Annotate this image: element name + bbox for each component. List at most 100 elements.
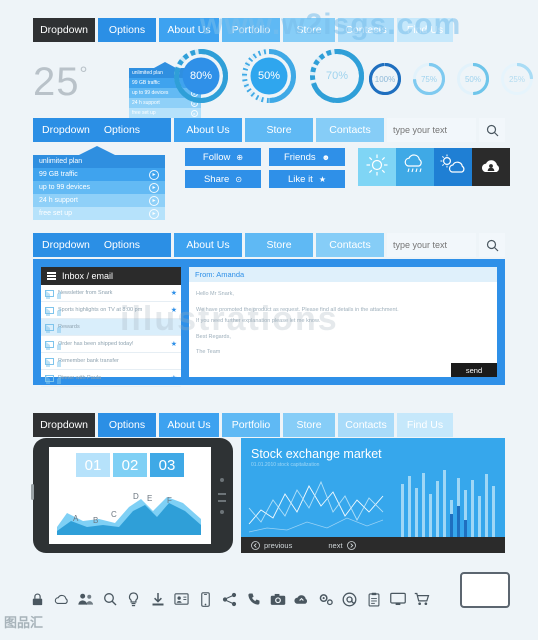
svg-text:D: D bbox=[133, 492, 139, 501]
message-list[interactable]: Newsletter from Snark ★ Sports highlights … bbox=[41, 285, 181, 387]
icon-strip[interactable] bbox=[28, 585, 448, 613]
dropdown-panel-large[interactable]: unlimited plan 99 GB traffic ▸ up to 99 dev… bbox=[33, 146, 165, 220]
download-icon[interactable] bbox=[148, 592, 167, 607]
dropdown-item-2[interactable]: up to 99 devices ▸ bbox=[33, 181, 165, 194]
progress-circle-100: 100% bbox=[368, 62, 402, 96]
navbar-1[interactable]: Dropdown Options About Us Portfolio Store Con… bbox=[33, 18, 505, 42]
nav-item-label-dropdown[interactable]: Dropdown bbox=[42, 124, 90, 136]
star-icon[interactable]: ★ bbox=[171, 340, 177, 348]
clipboard-icon[interactable] bbox=[364, 592, 383, 607]
partly-cloudy-icon-tile[interactable] bbox=[434, 148, 472, 186]
sun-icon-tile[interactable] bbox=[358, 148, 396, 186]
nav-item-label-options[interactable]: Options bbox=[104, 124, 140, 136]
message-subject: Rewards bbox=[58, 324, 80, 330]
nav-item-contacts[interactable]: Contacts bbox=[338, 413, 394, 437]
users-icon[interactable] bbox=[76, 592, 95, 606]
nav-item-options[interactable]: Options bbox=[98, 18, 156, 42]
tablet-button-top[interactable] bbox=[220, 478, 224, 482]
dropdown-item-label: free set up bbox=[132, 110, 156, 116]
nav-item-dropdown[interactable]: Dropdown Options bbox=[33, 118, 171, 142]
search-box[interactable] bbox=[387, 233, 476, 257]
hamburger-menu-icon[interactable] bbox=[47, 272, 56, 280]
nav-item-store[interactable]: Store bbox=[245, 118, 313, 142]
nav-item-store[interactable]: Store bbox=[283, 18, 335, 42]
nav-item-contacts[interactable]: Contacts bbox=[316, 233, 384, 257]
nav-item-find-us[interactable]: Find Us bbox=[397, 413, 453, 437]
cloud-icon[interactable] bbox=[52, 592, 71, 606]
tablet-button-bottom[interactable] bbox=[220, 510, 224, 514]
nav-item-label: About Us bbox=[186, 239, 230, 251]
monitor-icon[interactable] bbox=[388, 592, 407, 606]
share-icon: ⊙ bbox=[235, 174, 243, 184]
navbar-3[interactable]: Dropdown Options About Us Store Contacts bbox=[33, 233, 505, 257]
search-box[interactable] bbox=[387, 118, 476, 142]
nav-item-label: Find Us bbox=[406, 24, 444, 36]
progress-circle-75: 75% bbox=[412, 62, 446, 96]
dropdown-item-4[interactable]: free set up ▸ bbox=[129, 108, 201, 118]
cloud-upload-icon-tile[interactable] bbox=[472, 148, 510, 186]
nav-item-store[interactable]: Store bbox=[245, 233, 313, 257]
dropdown-item-3[interactable]: 24 h support ▸ bbox=[33, 194, 165, 207]
message-row[interactable]: Dinner with Paula ★ bbox=[41, 370, 181, 387]
star-icon[interactable]: ★ bbox=[171, 306, 177, 314]
dropdown-item-4[interactable]: free set up ▸ bbox=[33, 207, 165, 220]
friends-button[interactable]: Friends ☻ bbox=[269, 148, 345, 166]
at-icon[interactable] bbox=[340, 592, 359, 607]
nav-item-contacts[interactable]: Contacts bbox=[338, 18, 394, 42]
nav-item-dropdown[interactable]: Dropdown bbox=[33, 18, 95, 42]
send-button[interactable]: send bbox=[451, 363, 497, 377]
search-input[interactable] bbox=[393, 240, 470, 250]
nav-item-portfolio[interactable]: Portfolio bbox=[222, 413, 280, 437]
progress-circle-70: 70% bbox=[309, 48, 365, 104]
message-row[interactable]: Rewards bbox=[41, 319, 181, 336]
lightbulb-icon[interactable] bbox=[124, 591, 143, 607]
message-subject: Dinner with Paula bbox=[58, 375, 102, 381]
nav-item-find-us[interactable]: Find Us bbox=[397, 18, 453, 42]
message-row[interactable]: Newsletter from Snark ★ bbox=[41, 285, 181, 302]
svg-text:A: A bbox=[73, 514, 79, 523]
like-it-button[interactable]: Like it ★ bbox=[269, 170, 345, 188]
nav-item-store[interactable]: Store bbox=[283, 413, 335, 437]
camera-icon[interactable] bbox=[268, 593, 287, 606]
mobile-icon[interactable] bbox=[196, 591, 215, 607]
stock-pagination[interactable]: previous next bbox=[241, 537, 505, 553]
cloud-sync-icon[interactable] bbox=[292, 592, 311, 606]
nav-item-label-options[interactable]: Options bbox=[104, 239, 140, 251]
nav-item-about-us[interactable]: About Us bbox=[159, 18, 219, 42]
message-row[interactable]: Order has been shipped today! ★ bbox=[41, 336, 181, 353]
tablet-side-button[interactable] bbox=[31, 484, 34, 500]
lock-icon[interactable] bbox=[28, 592, 47, 607]
message-row[interactable]: Remember bank transfer bbox=[41, 353, 181, 370]
nav-item-dropdown[interactable]: Dropdown bbox=[33, 413, 95, 437]
navbar-4[interactable]: Dropdown Options About Us Portfolio Store Con… bbox=[33, 413, 505, 437]
navbar-2[interactable]: Dropdown Options About Us Store Contacts bbox=[33, 118, 505, 142]
rain-cloud-icon-tile[interactable] bbox=[396, 148, 434, 186]
inbox-header[interactable]: Inbox / email bbox=[41, 267, 181, 285]
nav-item-portfolio[interactable]: Portfolio bbox=[222, 18, 280, 42]
search-button[interactable] bbox=[479, 118, 505, 142]
gears-icon[interactable] bbox=[316, 592, 335, 607]
nav-item-dropdown[interactable]: Dropdown Options bbox=[33, 233, 171, 257]
nav-item-label-dropdown[interactable]: Dropdown bbox=[42, 239, 90, 251]
contact-card-icon[interactable] bbox=[172, 592, 191, 606]
dropdown-item-0[interactable]: unlimited plan bbox=[33, 155, 165, 168]
nav-item-contacts[interactable]: Contacts bbox=[316, 118, 384, 142]
star-icon[interactable]: ★ bbox=[171, 289, 177, 297]
nav-item-about-us[interactable]: About Us bbox=[174, 233, 242, 257]
cart-icon[interactable] bbox=[412, 592, 431, 606]
share-nodes-icon[interactable] bbox=[220, 592, 239, 607]
star-icon[interactable]: ★ bbox=[171, 374, 177, 382]
phone-icon[interactable] bbox=[244, 592, 263, 606]
follow-button[interactable]: Follow ⊕ bbox=[185, 148, 261, 166]
nav-item-about-us[interactable]: About Us bbox=[174, 118, 242, 142]
message-row[interactable]: Sports highlights on TV at 8:00 pm ★ bbox=[41, 302, 181, 319]
nav-item-options[interactable]: Options bbox=[98, 413, 156, 437]
dropdown-item-1[interactable]: 99 GB traffic ▸ bbox=[33, 168, 165, 181]
search-icon[interactable] bbox=[100, 592, 119, 606]
next-button[interactable]: next bbox=[328, 541, 356, 550]
nav-item-about-us[interactable]: About Us bbox=[159, 413, 219, 437]
previous-button[interactable]: previous bbox=[251, 541, 292, 550]
search-input[interactable] bbox=[393, 125, 470, 135]
search-button[interactable] bbox=[479, 233, 505, 257]
share-button[interactable]: Share ⊙ bbox=[185, 170, 261, 188]
